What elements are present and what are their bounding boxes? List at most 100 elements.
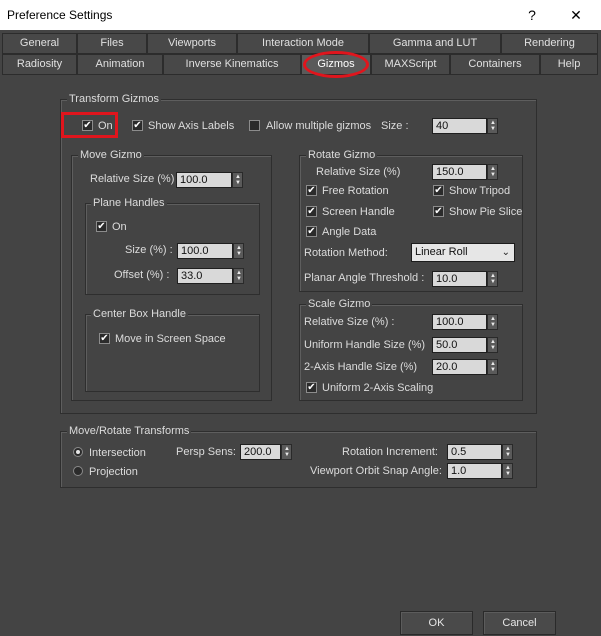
- show-pie-slice-checkbox[interactable]: ✔: [433, 206, 444, 217]
- plane-handles-size-spin-buttons[interactable]: ▲ ▼: [233, 243, 244, 259]
- help-icon[interactable]: ?: [510, 0, 554, 30]
- move-rotate-transforms-legend: Move/Rotate Transforms: [67, 425, 192, 438]
- close-icon[interactable]: ✕: [554, 0, 598, 30]
- move-relative-size-spinner[interactable]: 100.0 ▲ ▼: [176, 172, 243, 188]
- rotate-relative-size-value[interactable]: 150.0: [432, 164, 487, 180]
- show-axis-labels-checkbox[interactable]: ✔: [132, 120, 143, 131]
- tab-gamma-and-lut[interactable]: Gamma and LUT: [369, 33, 501, 54]
- intersection-label: Intersection: [89, 447, 146, 459]
- projection-radio[interactable]: [73, 466, 83, 476]
- spin-down-icon[interactable]: ▼: [235, 276, 243, 282]
- uniform-handle-size-spinner[interactable]: 50.0 ▲ ▼: [432, 337, 498, 353]
- rotation-increment-spinner[interactable]: 0.5 ▲ ▼: [447, 444, 513, 460]
- intersection-radio[interactable]: [73, 447, 83, 457]
- spin-down-icon[interactable]: ▼: [489, 322, 497, 328]
- plane-handles-on-checkbox[interactable]: ✔: [96, 221, 107, 232]
- persp-sens-value[interactable]: 200.0: [240, 444, 281, 460]
- move-in-screen-space-checkbox[interactable]: ✔: [99, 333, 110, 344]
- spin-down-icon[interactable]: ▼: [489, 367, 497, 373]
- planar-angle-threshold-spin-buttons[interactable]: ▲ ▼: [487, 271, 498, 287]
- tab-viewports[interactable]: Viewports: [147, 33, 237, 54]
- uniform-handle-size-spin-buttons[interactable]: ▲ ▼: [487, 337, 498, 353]
- spin-down-icon[interactable]: ▼: [283, 452, 291, 458]
- tab-animation[interactable]: Animation: [77, 54, 163, 75]
- projection-label: Projection: [89, 466, 138, 478]
- angle-data-checkbox[interactable]: ✔: [306, 226, 317, 237]
- two-axis-handle-size-label: 2-Axis Handle Size (%): [304, 361, 418, 373]
- gizmo-size-spinner[interactable]: 40 ▲ ▼: [432, 118, 498, 134]
- show-axis-labels-label: Show Axis Labels: [148, 120, 235, 132]
- rotation-increment-value[interactable]: 0.5: [447, 444, 502, 460]
- move-relative-size-value[interactable]: 100.0: [176, 172, 232, 188]
- scale-gizmo-legend: Scale Gizmo: [306, 298, 373, 311]
- center-box-handle-legend: Center Box Handle: [91, 308, 188, 321]
- uniform-2-axis-scaling-checkbox[interactable]: ✔: [306, 382, 317, 393]
- tab-row-2: Radiosity Animation Inverse Kinematics G…: [0, 54, 601, 75]
- tab-general[interactable]: General: [2, 33, 77, 54]
- move-relative-size-spin-buttons[interactable]: ▲ ▼: [232, 172, 243, 188]
- move-relative-size-label: Relative Size (%): [90, 173, 175, 185]
- spin-down-icon[interactable]: ▼: [489, 345, 497, 351]
- scale-relative-size-value[interactable]: 100.0: [432, 314, 487, 330]
- planar-angle-threshold-label: Planar Angle Threshold :: [304, 272, 425, 284]
- rotate-relative-size-spin-buttons[interactable]: ▲ ▼: [487, 164, 498, 180]
- spin-down-icon[interactable]: ▼: [489, 172, 497, 178]
- tab-containers[interactable]: Containers: [450, 54, 540, 75]
- ok-button[interactable]: OK: [400, 611, 473, 635]
- spin-down-icon[interactable]: ▼: [234, 180, 242, 186]
- persp-sens-spin-buttons[interactable]: ▲ ▼: [281, 444, 292, 460]
- tab-row-1: General Files Viewports Interaction Mode…: [0, 33, 601, 54]
- two-axis-handle-size-value[interactable]: 20.0: [432, 359, 487, 375]
- two-axis-handle-size-spin-buttons[interactable]: ▲ ▼: [487, 359, 498, 375]
- plane-handles-on-label: On: [112, 221, 127, 233]
- plane-handles-offset-value[interactable]: 33.0: [177, 268, 233, 284]
- tab-files[interactable]: Files: [77, 33, 147, 54]
- viewport-orbit-snap-angle-value[interactable]: 1.0: [447, 463, 502, 479]
- spin-down-icon[interactable]: ▼: [235, 251, 243, 257]
- free-rotation-checkbox[interactable]: ✔: [306, 185, 317, 196]
- spin-down-icon[interactable]: ▼: [489, 279, 497, 285]
- show-tripod-checkbox[interactable]: ✔: [433, 185, 444, 196]
- scale-relative-size-spinner[interactable]: 100.0 ▲ ▼: [432, 314, 498, 330]
- uniform-handle-size-value[interactable]: 50.0: [432, 337, 487, 353]
- planar-angle-threshold-spinner[interactable]: 10.0 ▲ ▼: [432, 271, 498, 287]
- rotation-increment-spin-buttons[interactable]: ▲ ▼: [502, 444, 513, 460]
- scale-relative-size-spin-buttons[interactable]: ▲ ▼: [487, 314, 498, 330]
- rotation-method-select[interactable]: Linear Roll ⌄: [411, 243, 515, 262]
- tab-rendering[interactable]: Rendering: [501, 33, 598, 54]
- viewport-orbit-snap-angle-spin-buttons[interactable]: ▲ ▼: [502, 463, 513, 479]
- plane-handles-offset-label: Offset (%) :: [114, 269, 170, 281]
- uniform-2-axis-scaling-label: Uniform 2-Axis Scaling: [322, 382, 434, 394]
- spin-down-icon[interactable]: ▼: [489, 126, 497, 132]
- allow-multiple-gizmos-label: Allow multiple gizmos: [266, 120, 372, 132]
- gizmo-size-label: Size :: [381, 120, 409, 132]
- plane-handles-size-label: Size (%) :: [125, 244, 173, 256]
- tab-help[interactable]: Help: [540, 54, 598, 75]
- plane-handles-offset-spin-buttons[interactable]: ▲ ▼: [233, 268, 244, 284]
- gizmo-size-value[interactable]: 40: [432, 118, 487, 134]
- viewport-orbit-snap-angle-spinner[interactable]: 1.0 ▲ ▼: [447, 463, 513, 479]
- tab-interaction-mode[interactable]: Interaction Mode: [237, 33, 369, 54]
- spin-down-icon[interactable]: ▼: [504, 452, 512, 458]
- plane-handles-size-spinner[interactable]: 100.0 ▲ ▼: [177, 243, 244, 259]
- two-axis-handle-size-spinner[interactable]: 20.0 ▲ ▼: [432, 359, 498, 375]
- spin-down-icon[interactable]: ▼: [504, 471, 512, 477]
- plane-handles-size-value[interactable]: 100.0: [177, 243, 233, 259]
- allow-multiple-gizmos-checkbox[interactable]: [249, 120, 260, 131]
- center-box-handle-group: Center Box Handle: [85, 308, 260, 392]
- tab-radiosity[interactable]: Radiosity: [2, 54, 77, 75]
- cancel-button[interactable]: Cancel: [483, 611, 556, 635]
- gizmo-size-spin-buttons[interactable]: ▲ ▼: [487, 118, 498, 134]
- tab-inverse-kinematics[interactable]: Inverse Kinematics: [163, 54, 301, 75]
- screen-handle-checkbox[interactable]: ✔: [306, 206, 317, 217]
- persp-sens-spinner[interactable]: 200.0 ▲ ▼: [240, 444, 292, 460]
- screen-handle-label: Screen Handle: [322, 206, 395, 218]
- planar-angle-threshold-value[interactable]: 10.0: [432, 271, 487, 287]
- plane-handles-offset-spinner[interactable]: 33.0 ▲ ▼: [177, 268, 244, 284]
- persp-sens-label: Persp Sens:: [176, 446, 236, 458]
- chevron-down-icon[interactable]: ⌄: [502, 244, 510, 261]
- rotate-relative-size-spinner[interactable]: 150.0 ▲ ▼: [432, 164, 498, 180]
- scale-relative-size-label: Relative Size (%) :: [304, 316, 395, 328]
- tab-maxscript[interactable]: MAXScript: [371, 54, 450, 75]
- show-pie-slice-label: Show Pie Slice: [449, 206, 523, 218]
